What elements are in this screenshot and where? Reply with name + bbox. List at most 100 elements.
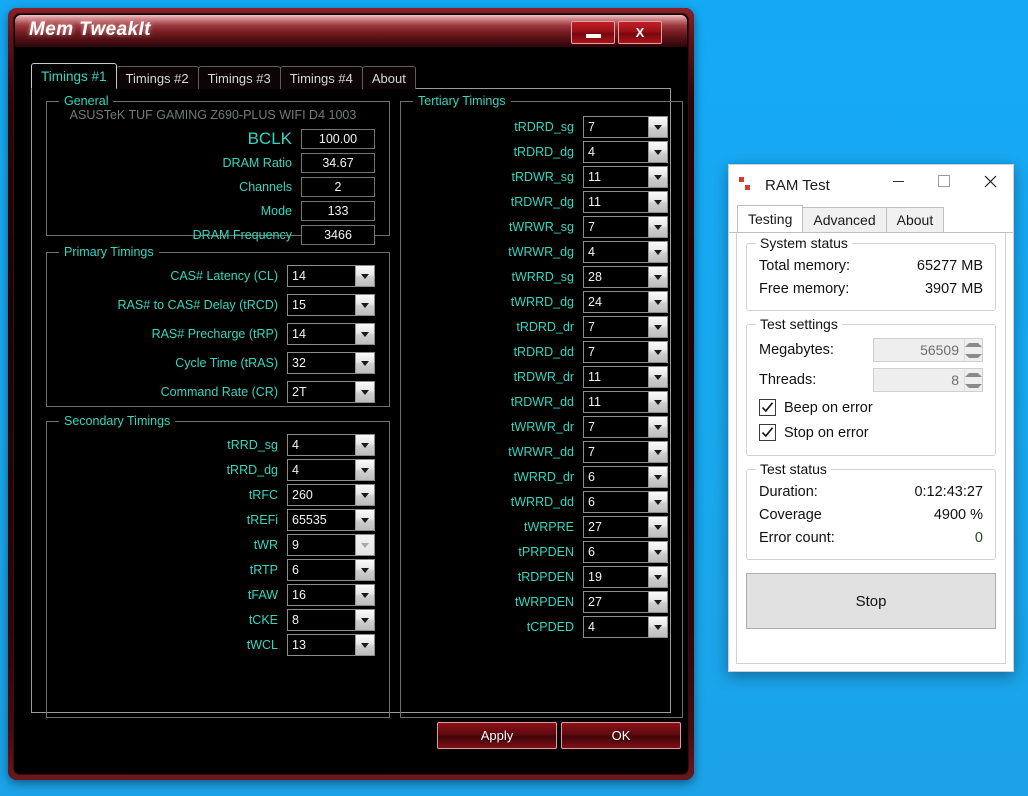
chevron-down-icon[interactable] (648, 367, 667, 387)
megabytes-value[interactable]: 56509 (874, 339, 964, 361)
megabytes-spin-buttons[interactable] (964, 339, 982, 361)
chevron-down-icon[interactable] (648, 267, 667, 287)
trcd-combo[interactable]: 15 (287, 294, 375, 316)
threads-value[interactable]: 8 (874, 369, 964, 391)
chevron-down-icon[interactable] (648, 392, 667, 412)
trdwr-dr-combo[interactable]: 11 (583, 366, 668, 388)
maximize-button[interactable] (921, 165, 967, 197)
chevron-down-icon[interactable] (355, 382, 374, 402)
tab-about[interactable]: About (885, 207, 945, 232)
cas-latency-combo[interactable]: 14 (287, 265, 375, 287)
chevron-down-icon[interactable] (355, 295, 374, 315)
twrwr-dg-combo[interactable]: 4 (583, 241, 668, 263)
twrwr-sg-combo[interactable]: 7 (583, 216, 668, 238)
threads-spin-buttons[interactable] (964, 369, 982, 391)
ok-button[interactable]: OK (561, 722, 681, 749)
trdwr-dg-combo[interactable]: 11 (583, 191, 668, 213)
chevron-down-icon[interactable] (648, 442, 667, 462)
chevron-down-icon[interactable] (648, 492, 667, 512)
twcl-combo[interactable]: 13 (287, 634, 375, 656)
twrwr-dd-combo[interactable]: 7 (583, 441, 668, 463)
twrrd-dr-combo[interactable]: 6 (583, 466, 668, 488)
twr-combo[interactable]: 9 (287, 534, 375, 556)
spin-up-button[interactable] (965, 369, 982, 380)
command-rate-combo[interactable]: 2T (287, 381, 375, 403)
chevron-down-icon[interactable] (355, 485, 374, 505)
chevron-down-icon[interactable] (648, 117, 667, 137)
trdpden-combo[interactable]: 19 (583, 566, 668, 588)
chevron-down-icon[interactable] (355, 510, 374, 530)
free-memory-row: Free memory: 3907 MB (759, 277, 983, 300)
chevron-down-icon[interactable] (648, 517, 667, 537)
tab-about[interactable]: About (361, 66, 416, 89)
tfaw-combo[interactable]: 16 (287, 584, 375, 606)
trrd-sg-combo[interactable]: 4 (287, 434, 375, 456)
chevron-down-icon[interactable] (355, 610, 374, 630)
trfc-combo[interactable]: 260 (287, 484, 375, 506)
beep-on-error-checkbox[interactable]: Beep on error (759, 395, 983, 420)
tab-advanced[interactable]: Advanced (802, 207, 887, 232)
chevron-down-icon[interactable] (648, 167, 667, 187)
twrwr-dr-combo[interactable]: 7 (583, 416, 668, 438)
spin-up-button[interactable] (965, 339, 982, 350)
stop-on-error-checkbox[interactable]: Stop on error (759, 420, 983, 445)
chevron-down-icon[interactable] (648, 217, 667, 237)
trefi-combo[interactable]: 65535 (287, 509, 375, 531)
ram-test-titlebar[interactable]: RAM Test (729, 165, 1013, 205)
close-button[interactable]: X (618, 21, 662, 44)
tab-timings-4[interactable]: Timings #4 (279, 66, 363, 89)
apply-button[interactable]: Apply (437, 722, 557, 749)
trdrd-dr-combo[interactable]: 7 (583, 316, 668, 338)
twrpre-combo[interactable]: 27 (583, 516, 668, 538)
spin-down-button[interactable] (965, 350, 982, 361)
stop-button[interactable]: Stop (746, 573, 996, 629)
trtp-combo[interactable]: 6 (287, 559, 375, 581)
chevron-down-icon[interactable] (355, 324, 374, 344)
trdrd-dg-combo[interactable]: 4 (583, 141, 668, 163)
close-button[interactable] (967, 165, 1013, 197)
chevron-down-icon[interactable] (648, 342, 667, 362)
trdwr-dd-combo[interactable]: 11 (583, 391, 668, 413)
trrd-dg-combo[interactable]: 4 (287, 459, 375, 481)
spin-down-button[interactable] (965, 380, 982, 391)
chevron-down-icon[interactable] (648, 467, 667, 487)
mem-tweakit-titlebar[interactable]: Mem TweakIt X (15, 15, 687, 47)
tcke-combo[interactable]: 8 (287, 609, 375, 631)
chevron-down-icon[interactable] (355, 266, 374, 286)
minimize-button[interactable] (571, 21, 615, 44)
chevron-down-icon[interactable] (355, 635, 374, 655)
tprpden-combo[interactable]: 6 (583, 541, 668, 563)
twrpden-combo[interactable]: 27 (583, 591, 668, 613)
chevron-down-icon[interactable] (648, 617, 667, 637)
chevron-down-icon[interactable] (355, 435, 374, 455)
trp-combo[interactable]: 14 (287, 323, 375, 345)
tab-timings-2[interactable]: Timings #2 (115, 66, 199, 89)
twrrd-dg-combo[interactable]: 24 (583, 291, 668, 313)
chevron-down-icon[interactable] (355, 585, 374, 605)
chevron-down-icon[interactable] (648, 142, 667, 162)
chevron-down-icon[interactable] (355, 560, 374, 580)
chevron-down-icon[interactable] (648, 592, 667, 612)
chevron-down-icon[interactable] (648, 292, 667, 312)
chevron-down-icon[interactable] (355, 460, 374, 480)
twrrd-dd-combo[interactable]: 6 (583, 491, 668, 513)
tab-timings-1[interactable]: Timings #1 (31, 63, 117, 89)
chevron-down-icon[interactable] (648, 417, 667, 437)
chevron-down-icon[interactable] (648, 567, 667, 587)
trdrd-dd-combo[interactable]: 7 (583, 341, 668, 363)
tab-timings-3[interactable]: Timings #3 (197, 66, 281, 89)
chevron-down-icon[interactable] (355, 353, 374, 373)
tab-testing[interactable]: Testing (737, 205, 804, 232)
minimize-button[interactable] (875, 165, 921, 197)
tras-combo[interactable]: 32 (287, 352, 375, 374)
megabytes-stepper[interactable]: 56509 (873, 338, 983, 362)
chevron-down-icon[interactable] (648, 192, 667, 212)
trdrd-sg-combo[interactable]: 7 (583, 116, 668, 138)
chevron-down-icon[interactable] (648, 542, 667, 562)
twrrd-sg-combo[interactable]: 28 (583, 266, 668, 288)
trdwr-sg-combo[interactable]: 11 (583, 166, 668, 188)
chevron-down-icon[interactable] (648, 242, 667, 262)
chevron-down-icon[interactable] (648, 317, 667, 337)
threads-stepper[interactable]: 8 (873, 368, 983, 392)
tcpded-combo[interactable]: 4 (583, 616, 668, 638)
